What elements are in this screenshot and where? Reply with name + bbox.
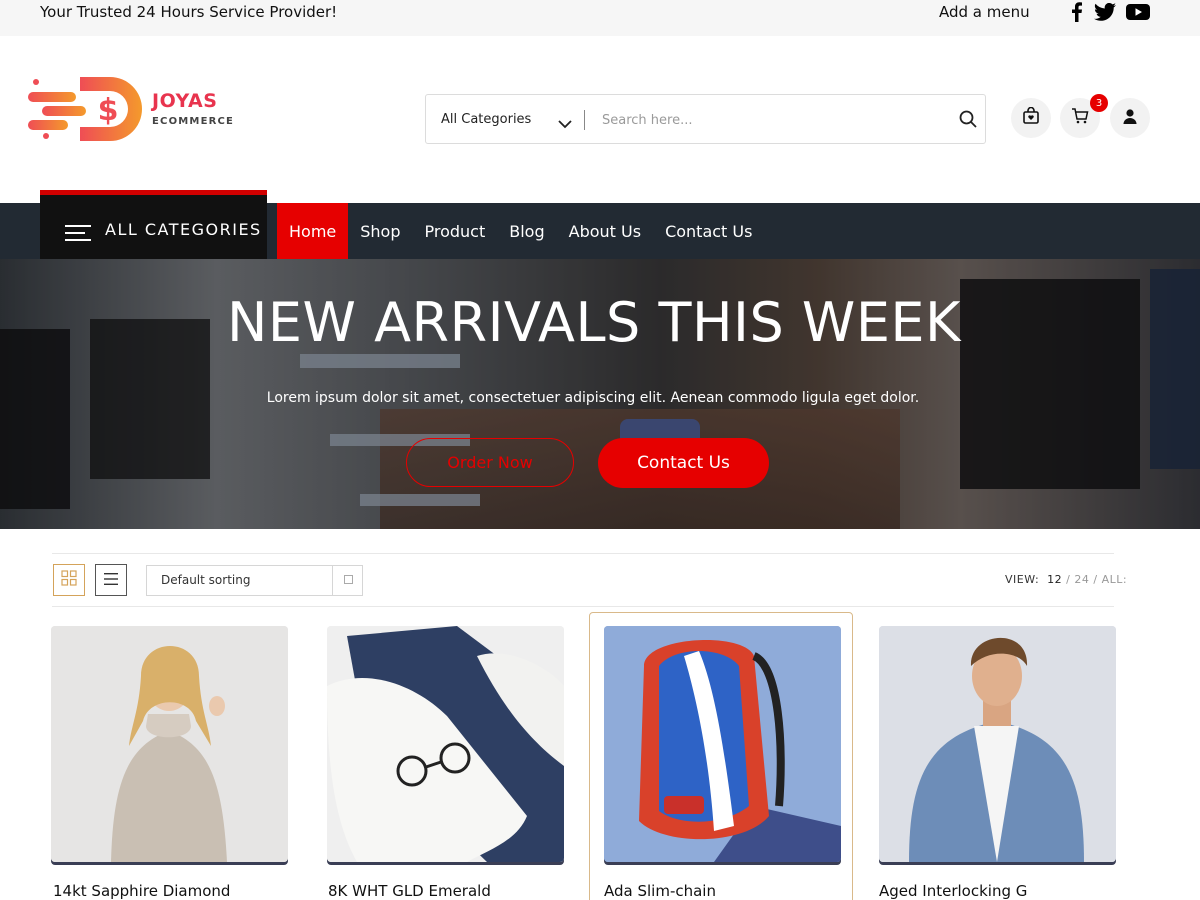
add-menu-link[interactable]: Add a menu	[939, 3, 1030, 21]
account-button[interactable]	[1110, 98, 1150, 138]
sorting-label: Default sorting	[161, 573, 251, 587]
search-icon[interactable]	[959, 110, 977, 132]
sorting-divider	[332, 566, 333, 595]
toolbar-top-divider	[52, 553, 1114, 554]
search-input[interactable]	[602, 107, 932, 133]
jeans-sweater-image	[327, 626, 564, 862]
nav-product[interactable]: Product	[413, 203, 498, 259]
view-separator: /	[1093, 573, 1098, 586]
product-name[interactable]: 8K WHT GLD Emerald	[328, 882, 491, 900]
list-icon	[103, 571, 119, 590]
nav-about-us[interactable]: About Us	[557, 203, 653, 259]
hamburger-icon	[65, 225, 91, 245]
logo-brand: JOYAS	[152, 90, 218, 112]
list-view-button[interactable]	[95, 564, 127, 596]
product-name[interactable]: 14kt Sapphire Diamond	[53, 882, 230, 900]
woman-sweater-image	[51, 626, 288, 862]
tagline: Your Trusted 24 Hours Service Provider!	[40, 3, 338, 21]
site-logo[interactable]: $ JOYAS ECOMMERCE	[28, 72, 238, 144]
view-24-link[interactable]: 24	[1074, 573, 1089, 586]
grid-view-button[interactable]	[53, 564, 85, 596]
product-name[interactable]: Aged Interlocking G	[879, 882, 1027, 900]
nav-links: Home Shop Product Blog About Us Contact …	[277, 203, 764, 259]
product-image[interactable]	[604, 626, 841, 862]
product-image[interactable]	[327, 626, 564, 862]
all-categories-button[interactable]: ALL CATEGORIES	[40, 190, 267, 259]
grid-icon	[61, 570, 77, 590]
view-count: VIEW: 12 / 24 / ALL:	[1005, 573, 1127, 586]
product-image[interactable]	[879, 626, 1116, 862]
logo-mark-icon: $	[28, 77, 142, 141]
view-separator: /	[1066, 573, 1071, 586]
user-icon	[1122, 108, 1138, 128]
hero-banner: NEW ARRIVALS THIS WEEK Lorem ipsum dolor…	[0, 259, 1200, 529]
social-links	[1068, 2, 1150, 22]
hero-subtitle: Lorem ipsum dolor sit amet, consectetuer…	[266, 390, 920, 406]
hero-title: NEW ARRIVALS THIS WEEK	[227, 291, 961, 354]
chevron-down-icon[interactable]	[558, 114, 572, 133]
toolbar-bottom-divider	[52, 606, 1114, 607]
dropdown-icon	[344, 575, 353, 584]
view-all-link[interactable]: ALL:	[1102, 573, 1128, 586]
cart-count-badge: 3	[1090, 94, 1108, 112]
product-name[interactable]: Ada Slim-chain	[604, 882, 716, 900]
shopping-bag-icon	[1022, 106, 1040, 129]
wishlist-button[interactable]	[1011, 98, 1051, 138]
view-12-link[interactable]: 12	[1047, 573, 1062, 586]
facebook-icon[interactable]	[1068, 2, 1084, 22]
sorting-select[interactable]: Default sorting	[146, 565, 363, 596]
search-bar: All Categories	[425, 94, 986, 144]
nav-shop[interactable]: Shop	[348, 203, 412, 259]
svg-text:$: $	[98, 93, 119, 128]
top-bar: Your Trusted 24 Hours Service Provider! …	[0, 0, 1200, 36]
view-label: VIEW:	[1005, 573, 1040, 586]
order-now-button[interactable]: Order Now	[406, 438, 574, 487]
twitter-icon[interactable]	[1094, 3, 1116, 21]
contact-us-button[interactable]: Contact Us	[598, 438, 769, 488]
product-image[interactable]	[51, 626, 288, 862]
cart-icon	[1071, 107, 1089, 129]
youtube-icon[interactable]	[1126, 3, 1150, 21]
man-denim-jacket-image	[879, 626, 1116, 862]
search-divider	[584, 110, 585, 130]
nav-blog[interactable]: Blog	[497, 203, 556, 259]
nav-contact-us[interactable]: Contact Us	[653, 203, 764, 259]
category-select[interactable]: All Categories	[441, 112, 531, 127]
logo-subtitle: ECOMMERCE	[152, 116, 235, 127]
all-categories-label: ALL CATEGORIES	[105, 220, 262, 239]
backpack-image	[604, 626, 841, 862]
nav-home[interactable]: Home	[277, 203, 349, 259]
